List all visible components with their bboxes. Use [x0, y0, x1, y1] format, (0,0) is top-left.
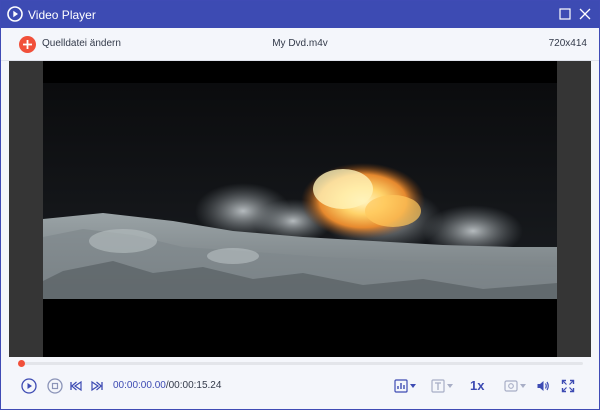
progress-handle[interactable] [18, 360, 25, 367]
speed-button[interactable]: 1x [470, 379, 484, 393]
plus-icon [23, 40, 32, 49]
time-display: 00:00:00.00/00:00:15.24 [113, 380, 221, 392]
file-name: My Dvd.m4v [272, 38, 328, 49]
video-still-image [43, 61, 557, 357]
maximize-icon[interactable] [557, 6, 573, 22]
skip-forward-icon[interactable] [90, 379, 104, 393]
video-frame[interactable] [43, 61, 557, 357]
fullscreen-icon[interactable] [561, 379, 575, 393]
file-toolbar: Quelldatei ändern My Dvd.m4v 720x414 [1, 28, 599, 61]
stop-icon[interactable] [47, 378, 63, 394]
video-area[interactable] [9, 61, 591, 357]
volume-icon[interactable] [536, 379, 550, 393]
close-icon[interactable] [577, 6, 593, 22]
snapshot-icon[interactable] [504, 379, 528, 393]
text-subtitle-icon[interactable] [431, 379, 455, 393]
current-time: 00:00:00.00 [113, 380, 166, 391]
playback-controls: 00:00:00.00/00:00:15.24 1x [1, 371, 599, 401]
total-time: /00:00:15.24 [165, 380, 222, 391]
change-source-label[interactable]: Quelldatei ändern [42, 38, 121, 50]
resolution-label: 720x414 [548, 38, 587, 49]
progress-track[interactable] [21, 362, 583, 365]
video-player-window: Video Player Quelldatei ändern My Dvd.m4… [0, 0, 600, 410]
play-circle-icon [7, 6, 23, 22]
play-icon[interactable] [21, 378, 37, 394]
change-source-button[interactable] [19, 36, 36, 53]
title-bar: Video Player [1, 1, 599, 28]
skip-back-icon[interactable] [69, 379, 83, 393]
window-title: Video Player [28, 8, 96, 22]
equalizer-icon[interactable] [394, 379, 418, 393]
